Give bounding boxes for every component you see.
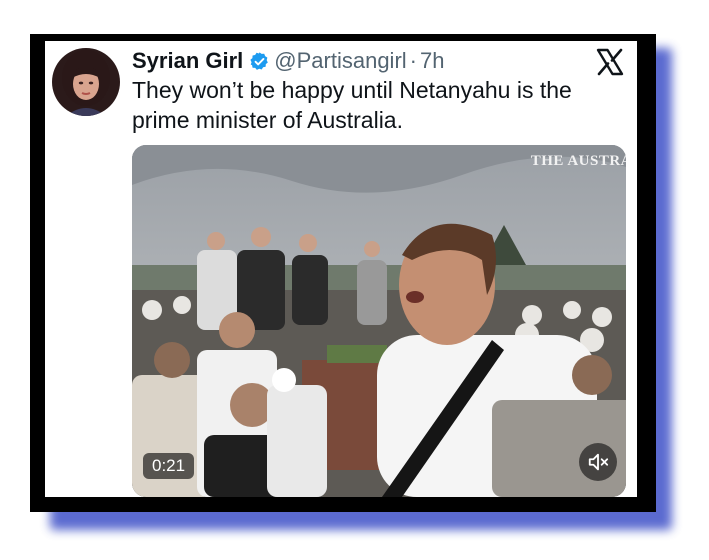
video-watermark: THE AUSTRA	[530, 153, 626, 169]
tweet-text: They won’t be happy until Netanyahu is t…	[132, 77, 572, 133]
header-separator: ·	[409, 48, 417, 73]
video-duration-badge: 0:21	[143, 453, 195, 479]
user-handle[interactable]: @Partisangirl	[274, 48, 406, 74]
tweet-header: Syrian Girl @Partisangirl · 7h	[132, 47, 444, 75]
avatar[interactable]	[52, 48, 120, 116]
mute-button[interactable]	[579, 443, 617, 481]
tweet-card[interactable]: Syrian Girl @Partisangirl · 7h They won’…	[45, 41, 637, 497]
speaker-muted-icon	[588, 453, 609, 471]
video-player[interactable]: THE AUSTRA 0:21	[132, 145, 626, 497]
tweet-timestamp[interactable]: 7h	[420, 48, 444, 74]
video-frame	[132, 145, 626, 497]
verified-badge-icon	[250, 51, 269, 70]
avatar-portrait	[62, 50, 110, 116]
x-logo-icon[interactable]	[595, 47, 625, 77]
display-name[interactable]: Syrian Girl	[132, 48, 243, 74]
